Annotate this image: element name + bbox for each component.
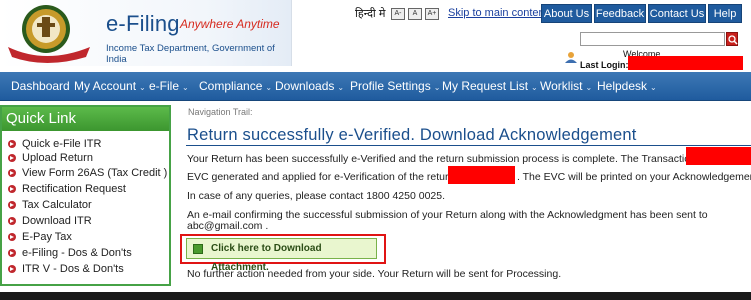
chevron-down-icon: ⌄ xyxy=(182,83,189,92)
brand-subtitle: Income Tax Department, Government of Ind… xyxy=(106,43,275,65)
font-increase-button[interactable]: A+ xyxy=(425,8,439,20)
quick-link-label: e-Filing - Dos & Don'ts xyxy=(22,247,132,259)
redacted-transaction-id xyxy=(686,147,751,165)
last-login-label: Last Login: xyxy=(580,60,629,70)
nav-my-request-list[interactable]: My Request List ⌄ xyxy=(442,72,538,101)
brand-tagline: Anywhere Anytime xyxy=(180,17,280,31)
quick-link-label: Rectification Request xyxy=(22,183,126,195)
font-decrease-button[interactable]: A- xyxy=(391,8,405,20)
quick-link-label: Upload Return xyxy=(22,152,93,164)
quick-link-label: Tax Calculator xyxy=(22,199,92,211)
nav-label: Profile Settings xyxy=(350,79,431,93)
redacted-user-name xyxy=(628,56,743,70)
quick-link-panel: Quick Link Quick e-File ITR Upload Retur… xyxy=(0,105,171,286)
quick-link-view-form-26as[interactable]: View Form 26AS (Tax Credit ) xyxy=(8,167,167,179)
nav-dashboard[interactable]: Dashboard xyxy=(11,72,70,101)
nav-label: e-File xyxy=(149,79,180,93)
evc-text-suffix: . The EVC will be printed on your Acknow… xyxy=(517,171,751,183)
header: e-Filing Anywhere Anytime Income Tax Dep… xyxy=(0,0,751,70)
quick-link-label: Quick e-File ITR xyxy=(22,138,102,150)
search-icon xyxy=(728,35,738,45)
chevron-down-icon: ⌄ xyxy=(265,83,273,92)
evc-text: EVC generated and applied for e-Verifica… xyxy=(187,171,465,183)
nav-compliance[interactable]: Compliance ⌄ xyxy=(199,72,272,101)
navigation-trail: Navigation Trail: xyxy=(188,107,253,117)
chevron-down-icon: ⌄ xyxy=(139,83,146,92)
page-title: Return successfully e-Verified. Download… xyxy=(187,126,637,144)
nav-downloads[interactable]: Downloads ⌄ xyxy=(275,72,344,101)
help-button[interactable]: Help xyxy=(708,4,742,23)
hindi-language-link[interactable]: हिन्दी मे xyxy=(355,6,385,21)
quick-link-label: View Form 26AS (Tax Credit ) xyxy=(22,167,168,179)
arrow-bullet-icon xyxy=(8,154,16,162)
quick-link-rectification-request[interactable]: Rectification Request xyxy=(8,183,126,195)
processing-note: No further action needed from your side.… xyxy=(187,268,562,280)
skip-to-content-link[interactable]: Skip to main content xyxy=(448,7,548,19)
quick-link-download-itr[interactable]: Download ITR xyxy=(8,215,92,227)
title-divider xyxy=(186,145,751,146)
income-tax-emblem-icon xyxy=(8,5,90,63)
nav-label: My Account xyxy=(74,79,137,93)
font-normal-button[interactable]: A xyxy=(408,8,422,20)
download-icon xyxy=(193,244,203,254)
quick-link-e-pay-tax[interactable]: E-Pay Tax xyxy=(8,231,72,243)
chevron-down-icon: ⌄ xyxy=(585,83,593,92)
arrow-bullet-icon xyxy=(8,140,16,148)
quick-link-upload-return[interactable]: Upload Return xyxy=(8,152,93,164)
logo-area[interactable]: e-Filing Anywhere Anytime Income Tax Dep… xyxy=(0,0,292,66)
nav-label: Helpdesk xyxy=(597,79,648,93)
chevron-down-icon: ⌄ xyxy=(433,83,441,92)
nav-label: Dashboard xyxy=(11,79,70,93)
quick-link-quick-efile-itr[interactable]: Quick e-File ITR xyxy=(8,138,101,150)
feedback-button[interactable]: Feedback xyxy=(594,4,646,23)
email-address: abc@gmail.com . xyxy=(187,220,269,232)
arrow-bullet-icon xyxy=(8,201,16,209)
redacted-evc xyxy=(448,166,515,184)
nav-label: My Request List xyxy=(442,79,529,93)
quick-link-tax-calculator[interactable]: Tax Calculator xyxy=(8,199,92,211)
user-icon xyxy=(565,52,577,63)
quick-link-label: Download ITR xyxy=(22,215,92,227)
about-us-button[interactable]: About Us xyxy=(541,4,592,23)
transaction-id-text: Your Return has been successfully e-Veri… xyxy=(187,153,720,165)
quick-link-efiling-dos-donts[interactable]: e-Filing - Dos & Don'ts xyxy=(8,247,132,259)
search-input[interactable] xyxy=(580,32,725,46)
nav-label: Worklist xyxy=(540,79,583,93)
footer-bar xyxy=(0,292,751,300)
main-navigation: Dashboard My Account ⌄ e-File ⌄ Compliance… xyxy=(0,72,751,101)
search-button[interactable] xyxy=(726,32,738,46)
download-attachment-button[interactable]: Click here to Download Attachment. xyxy=(186,238,377,273)
arrow-bullet-icon xyxy=(8,265,16,273)
brand-name: e-Filing xyxy=(106,11,180,36)
chevron-down-icon: ⌄ xyxy=(337,83,345,92)
quick-link-title: Quick Link xyxy=(2,107,169,131)
nav-my-account[interactable]: My Account ⌄ xyxy=(74,72,146,101)
quick-link-itrv-dos-donts[interactable]: ITR V - Dos & Don'ts xyxy=(8,263,124,275)
arrow-bullet-icon xyxy=(8,249,16,257)
arrow-bullet-icon xyxy=(8,185,16,193)
nav-e-file[interactable]: e-File ⌄ xyxy=(149,72,189,101)
nav-label: Downloads xyxy=(275,79,335,93)
nav-helpdesk[interactable]: Helpdesk ⌄ xyxy=(597,72,657,101)
nav-profile-settings[interactable]: Profile Settings ⌄ xyxy=(350,72,440,101)
chevron-down-icon: ⌄ xyxy=(531,83,538,92)
query-contact-text: In case of any queries, please contact 1… xyxy=(187,190,446,202)
arrow-bullet-icon xyxy=(8,169,16,177)
quick-link-label: ITR V - Dos & Don'ts xyxy=(22,263,124,275)
arrow-bullet-icon xyxy=(8,217,16,225)
nav-label: Compliance xyxy=(199,79,263,93)
arrow-bullet-icon xyxy=(8,233,16,241)
chevron-down-icon: ⌄ xyxy=(650,83,657,92)
quick-link-label: E-Pay Tax xyxy=(22,231,72,243)
nav-worklist[interactable]: Worklist ⌄ xyxy=(540,72,592,101)
contact-us-button[interactable]: Contact Us xyxy=(648,4,706,23)
